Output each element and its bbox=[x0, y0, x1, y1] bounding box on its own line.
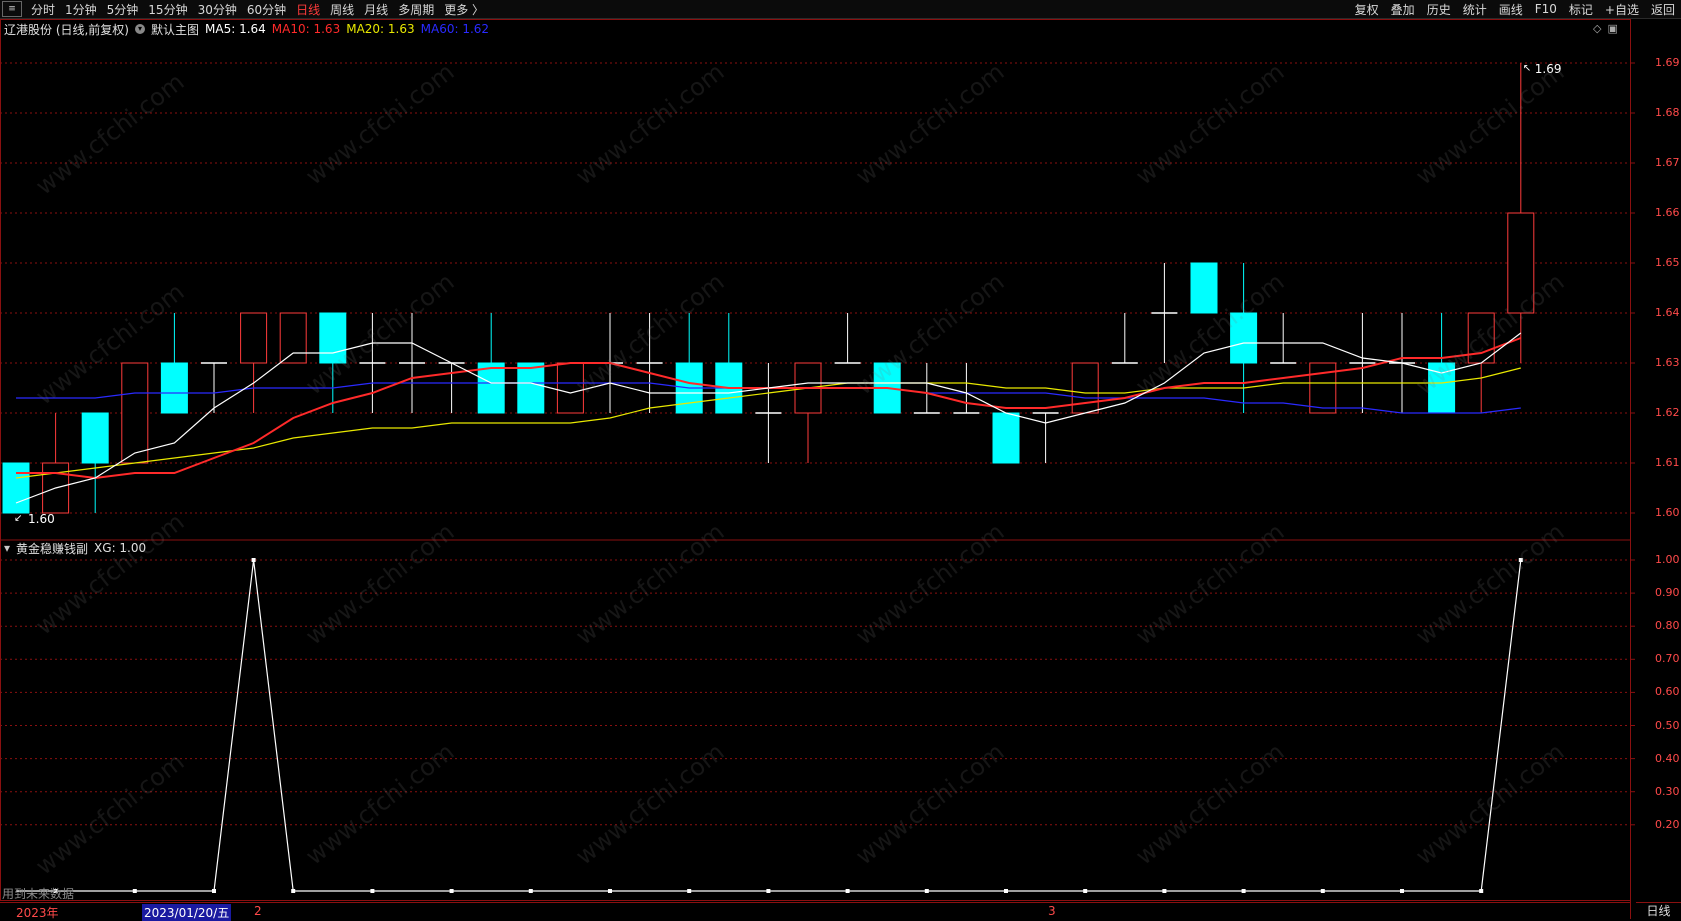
sub-chart-legend: ▾ 黄金稳赚钱副 XG: 1.00 bbox=[4, 540, 146, 556]
candle[interactable] bbox=[2, 462, 30, 514]
xg-point bbox=[1479, 889, 1484, 893]
xg-point bbox=[1004, 889, 1008, 893]
candle[interactable] bbox=[1151, 263, 1178, 363]
candle[interactable] bbox=[1309, 362, 1337, 414]
price-axis-label: 1.63 bbox=[1655, 356, 1680, 369]
indicator-title[interactable]: 黄金稳赚钱副 bbox=[16, 540, 88, 557]
candle[interactable] bbox=[517, 362, 545, 414]
candle[interactable] bbox=[201, 362, 227, 413]
xg-point bbox=[212, 889, 216, 893]
max-price-annotation: 1.69 bbox=[1535, 62, 1562, 76]
candle[interactable] bbox=[1428, 313, 1456, 414]
xg-point bbox=[1241, 889, 1246, 893]
price-axis-label: 1.60 bbox=[1655, 506, 1680, 519]
date-axis: 2023年 2023/01/20/五 2 3 bbox=[0, 902, 1630, 921]
indicator-axis-label: 0.60 bbox=[1655, 685, 1680, 699]
xg-point bbox=[608, 889, 612, 893]
price-axis-label: 1.61 bbox=[1655, 456, 1680, 469]
xg-point bbox=[449, 889, 454, 893]
indicator-axis-label: 0.20 bbox=[1655, 817, 1680, 831]
candle[interactable] bbox=[834, 313, 861, 364]
price-axis-label: 1.67 bbox=[1655, 156, 1680, 169]
candle[interactable] bbox=[953, 363, 980, 414]
xg-point bbox=[291, 889, 296, 893]
future-data-note: 用到未来数据 bbox=[2, 887, 75, 901]
xg-point bbox=[1320, 889, 1325, 893]
candle[interactable] bbox=[556, 362, 584, 414]
price-axis-label: 1.68 bbox=[1655, 106, 1680, 119]
price-axis-label: 1.66 bbox=[1655, 206, 1680, 219]
year-label: 2023年 bbox=[16, 906, 59, 920]
period-indicator-tab[interactable]: 日线 bbox=[1636, 902, 1681, 920]
candle[interactable] bbox=[240, 312, 268, 413]
kline-chart[interactable]: 1.69 ↖ 1.60 ↙ bbox=[0, 0, 1681, 919]
candle[interactable] bbox=[992, 412, 1020, 464]
candle[interactable] bbox=[1190, 262, 1218, 314]
indicator-axis-label: 0.90 bbox=[1655, 586, 1680, 600]
candle[interactable] bbox=[675, 313, 703, 414]
candle[interactable] bbox=[1507, 63, 1535, 363]
candle[interactable] bbox=[755, 363, 782, 463]
candle[interactable] bbox=[42, 413, 70, 514]
xg-point bbox=[370, 889, 375, 893]
indicator-axis-label: 0.70 bbox=[1655, 652, 1680, 666]
max-arrow-icon: ↖ bbox=[1523, 63, 1531, 74]
price-axis-label: 1.65 bbox=[1655, 256, 1680, 269]
candle[interactable] bbox=[913, 363, 940, 414]
indicator-axis-label: 0.30 bbox=[1655, 784, 1680, 798]
candle[interactable] bbox=[794, 362, 822, 463]
xg-point bbox=[687, 889, 692, 893]
xg-point bbox=[1083, 889, 1088, 893]
candle[interactable] bbox=[438, 362, 465, 413]
candle[interactable] bbox=[121, 362, 149, 464]
indicator-axis-label: 0.50 bbox=[1655, 718, 1680, 732]
candle[interactable] bbox=[636, 313, 663, 413]
min-price-annotation: 1.60 bbox=[28, 512, 55, 526]
candle[interactable] bbox=[1230, 263, 1258, 413]
cursor-date-label: 2023/01/20/五 bbox=[142, 904, 232, 921]
indicator-axis-label: 0.80 bbox=[1655, 619, 1680, 633]
indicator-dropdown-icon[interactable]: ▾ bbox=[4, 541, 10, 555]
price-axis-label: 1.69 bbox=[1655, 56, 1680, 69]
xg-point bbox=[1400, 889, 1404, 893]
price-axis-label: 1.64 bbox=[1655, 306, 1680, 319]
candle[interactable] bbox=[477, 313, 505, 414]
candle[interactable] bbox=[399, 313, 425, 413]
month-2-label: 2 bbox=[254, 904, 262, 918]
xg-point bbox=[1162, 889, 1167, 893]
xg-point bbox=[1518, 558, 1523, 562]
candle[interactable] bbox=[160, 313, 188, 414]
price-axis-label: 1.62 bbox=[1655, 406, 1680, 419]
xg-point bbox=[528, 889, 533, 893]
candle[interactable] bbox=[1270, 313, 1297, 364]
candle[interactable] bbox=[1071, 362, 1099, 414]
xg-point bbox=[766, 889, 771, 893]
indicator-axis-label: 0.40 bbox=[1655, 751, 1680, 765]
candle[interactable] bbox=[279, 312, 307, 364]
candle[interactable] bbox=[319, 312, 347, 413]
xg-point bbox=[845, 889, 850, 893]
xg-point bbox=[132, 889, 137, 893]
xg-point bbox=[924, 889, 929, 893]
indicator-value: XG: 1.00 bbox=[94, 541, 147, 555]
min-arrow-icon: ↙ bbox=[14, 513, 22, 524]
month-3-label: 3 bbox=[1048, 904, 1056, 918]
xg-point bbox=[251, 558, 256, 562]
candle[interactable] bbox=[1349, 313, 1376, 413]
candle[interactable] bbox=[81, 412, 109, 513]
candle[interactable] bbox=[359, 313, 386, 413]
candle[interactable] bbox=[1111, 313, 1138, 364]
chart-frame bbox=[0, 19, 1631, 901]
indicator-axis-label: 1.00 bbox=[1655, 553, 1680, 566]
